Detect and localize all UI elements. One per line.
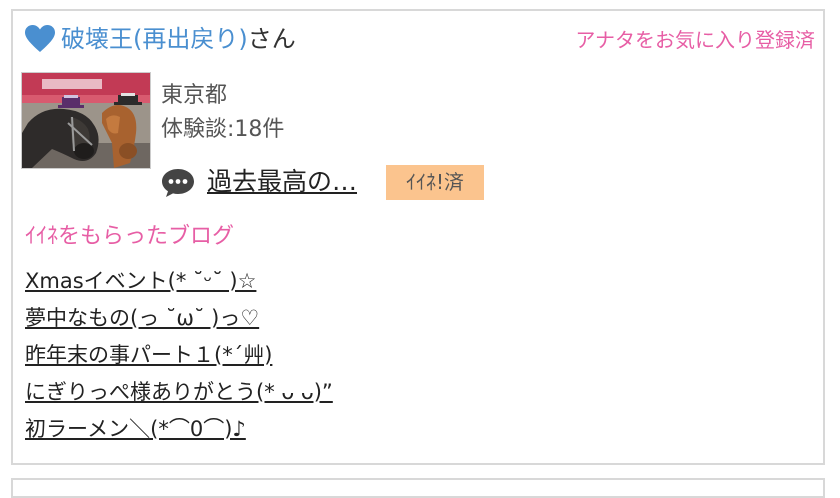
user-card: 破壊王(再出戻り)さん アナタをお気に入り登録済 東京都 体験談:18件 過去最… — [11, 9, 825, 465]
avatar[interactable] — [21, 72, 151, 169]
list-item: Xmasイベント(* ˘ᵕ˘ )☆ — [25, 263, 333, 300]
user-header: 破壊王(再出戻り)さん アナタをお気に入り登録済 — [25, 21, 815, 57]
experience-count: 体験談:18件 — [161, 117, 285, 142]
liked-blogs-title: ｲｲﾈをもらったブログ — [25, 224, 235, 249]
next-card-edge — [11, 478, 825, 498]
horses-photo — [22, 73, 150, 168]
chat-bubble-icon — [162, 169, 194, 197]
blog-link[interactable]: 初ラーメン＼(*⌒0⌒)♪ — [25, 417, 246, 441]
location: 東京都 — [161, 83, 228, 108]
blog-link[interactable]: Xmasイベント(* ˘ᵕ˘ )☆ — [25, 269, 256, 293]
user-name-link[interactable]: 破壊王(再出戻り) — [61, 25, 248, 53]
list-item: 夢中なもの(っ ˘ω˘ )っ♡ — [25, 300, 333, 337]
favorite-status: アナタをお気に入り登録済 — [575, 28, 815, 52]
iine-done-badge: ｲｲﾈ!済 — [386, 165, 484, 200]
list-item: にぎりっぺ様ありがとう(* ᴗ ᴗ)” — [25, 374, 333, 411]
blog-link[interactable]: 昨年末の事パート１(*´艸) — [25, 343, 272, 367]
liked-blog-list: Xmasイベント(* ˘ᵕ˘ )☆ 夢中なもの(っ ˘ω˘ )っ♡ 昨年末の事パ… — [25, 263, 333, 448]
heart-icon — [25, 25, 55, 52]
honorific: さん — [247, 25, 296, 53]
list-item: 初ラーメン＼(*⌒0⌒)♪ — [25, 411, 333, 448]
blog-link[interactable]: 夢中なもの(っ ˘ω˘ )っ♡ — [25, 306, 259, 330]
blog-link[interactable]: にぎりっぺ様ありがとう(* ᴗ ᴗ)” — [25, 380, 333, 404]
review-title-link[interactable]: 過去最高の… — [207, 164, 357, 200]
list-item: 昨年末の事パート１(*´艸) — [25, 337, 333, 374]
user-name-line: 破壊王(再出戻り)さん — [61, 23, 296, 55]
profile-meta: 東京都 体験談:18件 — [161, 79, 284, 147]
